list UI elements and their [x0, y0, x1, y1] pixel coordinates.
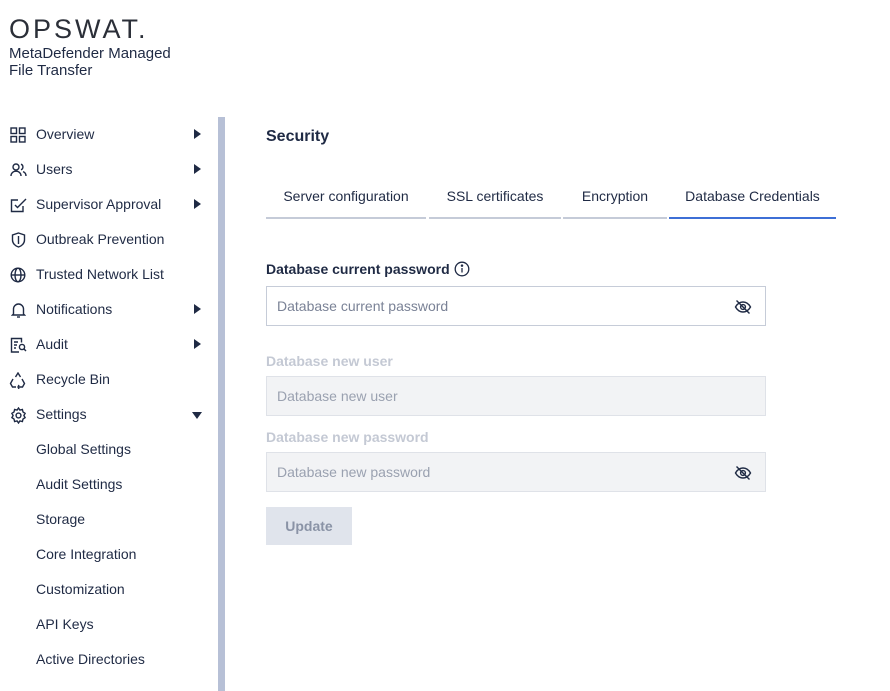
sidebar-item-users[interactable]: Users	[0, 152, 218, 187]
current-password-label-text: Database current password	[266, 261, 450, 277]
info-icon[interactable]	[454, 261, 470, 280]
new-password-label: Database new password	[266, 429, 429, 445]
new-user-field	[266, 376, 766, 416]
sidebar-subitem-storage[interactable]: Storage	[0, 502, 218, 537]
sidebar-subitem-label: API Keys	[36, 616, 94, 632]
sidebar-subitem-core-integration[interactable]: Core Integration	[0, 537, 218, 572]
sidebar-item-label: Notifications	[36, 301, 113, 317]
globe-icon	[9, 266, 27, 284]
sidebar-subitem-label: Storage	[36, 511, 86, 527]
sidebar-subitem-api-keys[interactable]: API Keys	[0, 607, 218, 642]
new-password-field	[266, 452, 766, 492]
current-password-input[interactable]	[267, 287, 765, 325]
approval-icon	[9, 196, 27, 214]
sidebar-item-label: Recycle Bin	[36, 371, 110, 387]
new-password-input[interactable]	[267, 453, 765, 491]
sidebar-item-label: Overview	[36, 126, 95, 142]
sidebar-item-label: Supervisor Approval	[36, 196, 162, 212]
sidebar-item-notifications[interactable]: Notifications	[0, 292, 218, 327]
sidebar: Overview Users Supervisor Approval Outbr…	[0, 117, 218, 691]
sidebar-item-label: Audit	[36, 336, 68, 352]
tab-server-configuration[interactable]: Server configuration	[266, 187, 426, 219]
gear-icon	[9, 406, 27, 424]
new-user-input[interactable]	[267, 377, 765, 415]
sidebar-subitem-audit-settings[interactable]: Audit Settings	[0, 467, 218, 502]
sidebar-item-audit[interactable]: Audit	[0, 327, 218, 362]
chevron-right-icon	[194, 339, 201, 349]
new-user-label: Database new user	[266, 353, 393, 369]
tab-database-credentials[interactable]: Database Credentials	[669, 187, 836, 219]
sidebar-subitem-label: Audit Settings	[36, 476, 123, 492]
sidebar-item-outbreak-prevention[interactable]: Outbreak Prevention	[0, 222, 218, 257]
eye-off-icon[interactable]	[734, 298, 752, 316]
update-button[interactable]: Update	[266, 507, 352, 545]
chevron-right-icon	[194, 304, 201, 314]
sidebar-item-trusted-network-list[interactable]: Trusted Network List	[0, 257, 218, 292]
chevron-right-icon	[194, 164, 201, 174]
opswat-logo: OPSWAT.	[9, 14, 149, 44]
sidebar-scrollbar[interactable]	[218, 117, 225, 691]
bell-icon	[9, 301, 27, 319]
chevron-down-icon	[192, 412, 202, 419]
chevron-right-icon	[194, 129, 201, 139]
sidebar-item-supervisor-approval[interactable]: Supervisor Approval	[0, 187, 218, 222]
sidebar-item-settings[interactable]: Settings	[0, 397, 218, 432]
sidebar-item-label: Users	[36, 161, 73, 177]
current-password-field	[266, 286, 766, 326]
sidebar-subitem-label: Global Settings	[36, 441, 131, 457]
sidebar-subitem-label: Active Directories	[36, 651, 145, 667]
chevron-right-icon	[194, 199, 201, 209]
page-title: Security	[266, 128, 330, 145]
sidebar-subitem-active-directories[interactable]: Active Directories	[0, 642, 218, 677]
sidebar-subitem-global-settings[interactable]: Global Settings	[0, 432, 218, 467]
audit-icon	[9, 336, 27, 354]
sidebar-item-label: Outbreak Prevention	[36, 231, 165, 247]
sidebar-subitem-label: Core Integration	[36, 546, 137, 562]
grid-icon	[9, 126, 27, 144]
tab-ssl-certificates[interactable]: SSL certificates	[429, 187, 561, 219]
brand: OPSWAT. MetaDefender Managed File Transf…	[9, 14, 171, 80]
eye-off-icon[interactable]	[734, 464, 752, 482]
shield-icon	[9, 231, 27, 249]
sidebar-item-label: Trusted Network List	[36, 266, 164, 282]
sidebar-subitem-label: Customization	[36, 581, 125, 597]
sidebar-item-overview[interactable]: Overview	[0, 117, 218, 152]
product-name: MetaDefender Managed File Transfer	[9, 45, 171, 79]
tab-bar: Server configuration SSL certificates En…	[266, 187, 836, 219]
recycle-icon	[9, 371, 27, 389]
sidebar-subitem-customization[interactable]: Customization	[0, 572, 218, 607]
product-name-line1: MetaDefender Managed	[9, 45, 171, 62]
sidebar-item-recycle-bin[interactable]: Recycle Bin	[0, 362, 218, 397]
users-icon	[9, 161, 27, 179]
sidebar-item-label: Settings	[36, 406, 87, 422]
current-password-label: Database current password	[266, 261, 470, 280]
tab-encryption[interactable]: Encryption	[563, 187, 667, 219]
product-name-line2: File Transfer	[9, 62, 93, 79]
